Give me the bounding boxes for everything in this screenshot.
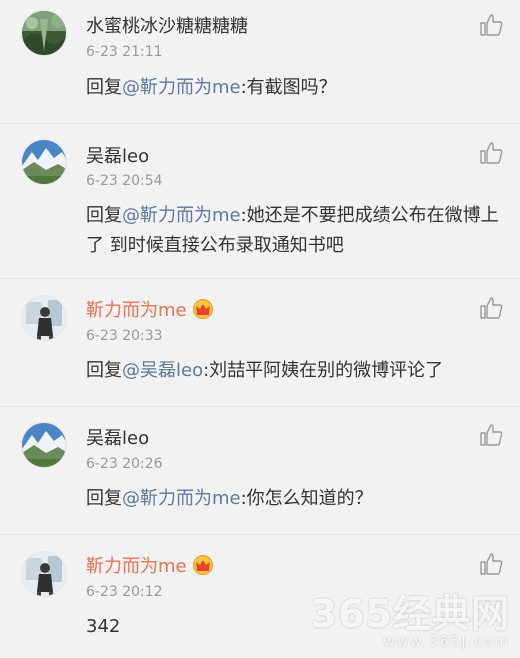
thumbs-up-icon[interactable] — [479, 552, 503, 576]
reply-prefix: 回复 — [86, 488, 122, 509]
comment-item[interactable]: 水蜜桃冰沙糖糖糖糖 6-23 21:11 回复@靳力而为me:有截图吗？ — [0, 0, 520, 124]
avatar[interactable] — [21, 422, 67, 468]
comment-item[interactable]: 吴磊leo 6-23 20:26 回复@靳力而为me:你怎么知道的？ — [0, 407, 520, 535]
thumbs-up-icon[interactable] — [479, 296, 503, 320]
watermark-main: 365经典网 — [310, 592, 510, 636]
thumbs-up-icon[interactable] — [479, 423, 503, 447]
avatar[interactable] — [21, 551, 67, 597]
avatar[interactable] — [21, 10, 67, 56]
mention-link[interactable]: @吴磊leo — [122, 360, 203, 381]
comment-body: :有截图吗？ — [240, 77, 337, 98]
reply-prefix: 回复 — [86, 360, 122, 381]
mention-link[interactable]: @靳力而为me — [122, 488, 241, 509]
comment-time: 6-23 20:26 — [86, 456, 163, 472]
commenter-name-text[interactable]: 靳力而为me — [86, 556, 187, 577]
comment-time: 6-23 20:54 — [86, 173, 163, 189]
vip-crown-icon — [192, 299, 213, 319]
thumbs-up-icon[interactable] — [479, 13, 503, 37]
site-watermark: 365经典网 www.365J.com — [311, 583, 510, 650]
comment-time: 6-23 20:33 — [86, 328, 163, 344]
comment-text: 回复@靳力而为me:你怎么知道的？ — [86, 484, 506, 514]
comment-text: 回复@靳力而为me:她还是不要把成绩公布在微博上了 到时候直接公布录取通知书吧 — [86, 201, 506, 261]
thumbs-up-icon[interactable] — [479, 141, 503, 165]
comment-time: 6-23 21:11 — [86, 44, 163, 60]
comment-time: 6-23 20:12 — [86, 584, 163, 600]
comment-text: 回复@吴磊leo:刘喆平阿姨在别的微博评论了 — [86, 356, 506, 386]
commenter-name[interactable]: 水蜜桃冰沙糖糖糖糖 — [86, 12, 248, 38]
avatar[interactable] — [21, 295, 67, 341]
commenter-name[interactable]: 靳力而为me — [86, 296, 214, 322]
reply-prefix: 回复 — [86, 77, 122, 98]
avatar[interactable] — [21, 139, 67, 185]
commenter-name[interactable]: 吴磊leo — [86, 424, 149, 450]
commenter-name[interactable]: 靳力而为me — [86, 552, 214, 578]
comment-body: :刘喆平阿姨在别的微博评论了 — [203, 360, 444, 381]
mention-link[interactable]: @靳力而为me — [122, 205, 241, 226]
comment-item[interactable]: 吴磊leo 6-23 20:54 回复@靳力而为me:她还是不要把成绩公布在微博… — [0, 124, 520, 279]
commenter-name-text[interactable]: 靳力而为me — [86, 300, 187, 321]
comment-item[interactable]: 靳力而为me 6-23 20:33 回复@吴磊leo:刘喆平阿姨在别的微博评论了 — [0, 279, 520, 407]
reply-prefix: 回复 — [86, 205, 122, 226]
comment-body: :你怎么知道的？ — [240, 488, 373, 509]
mention-link[interactable]: @靳力而为me — [122, 77, 241, 98]
commenter-name[interactable]: 吴磊leo — [86, 142, 149, 168]
comment-text: 回复@靳力而为me:有截图吗？ — [86, 73, 506, 103]
vip-crown-icon — [192, 555, 213, 575]
